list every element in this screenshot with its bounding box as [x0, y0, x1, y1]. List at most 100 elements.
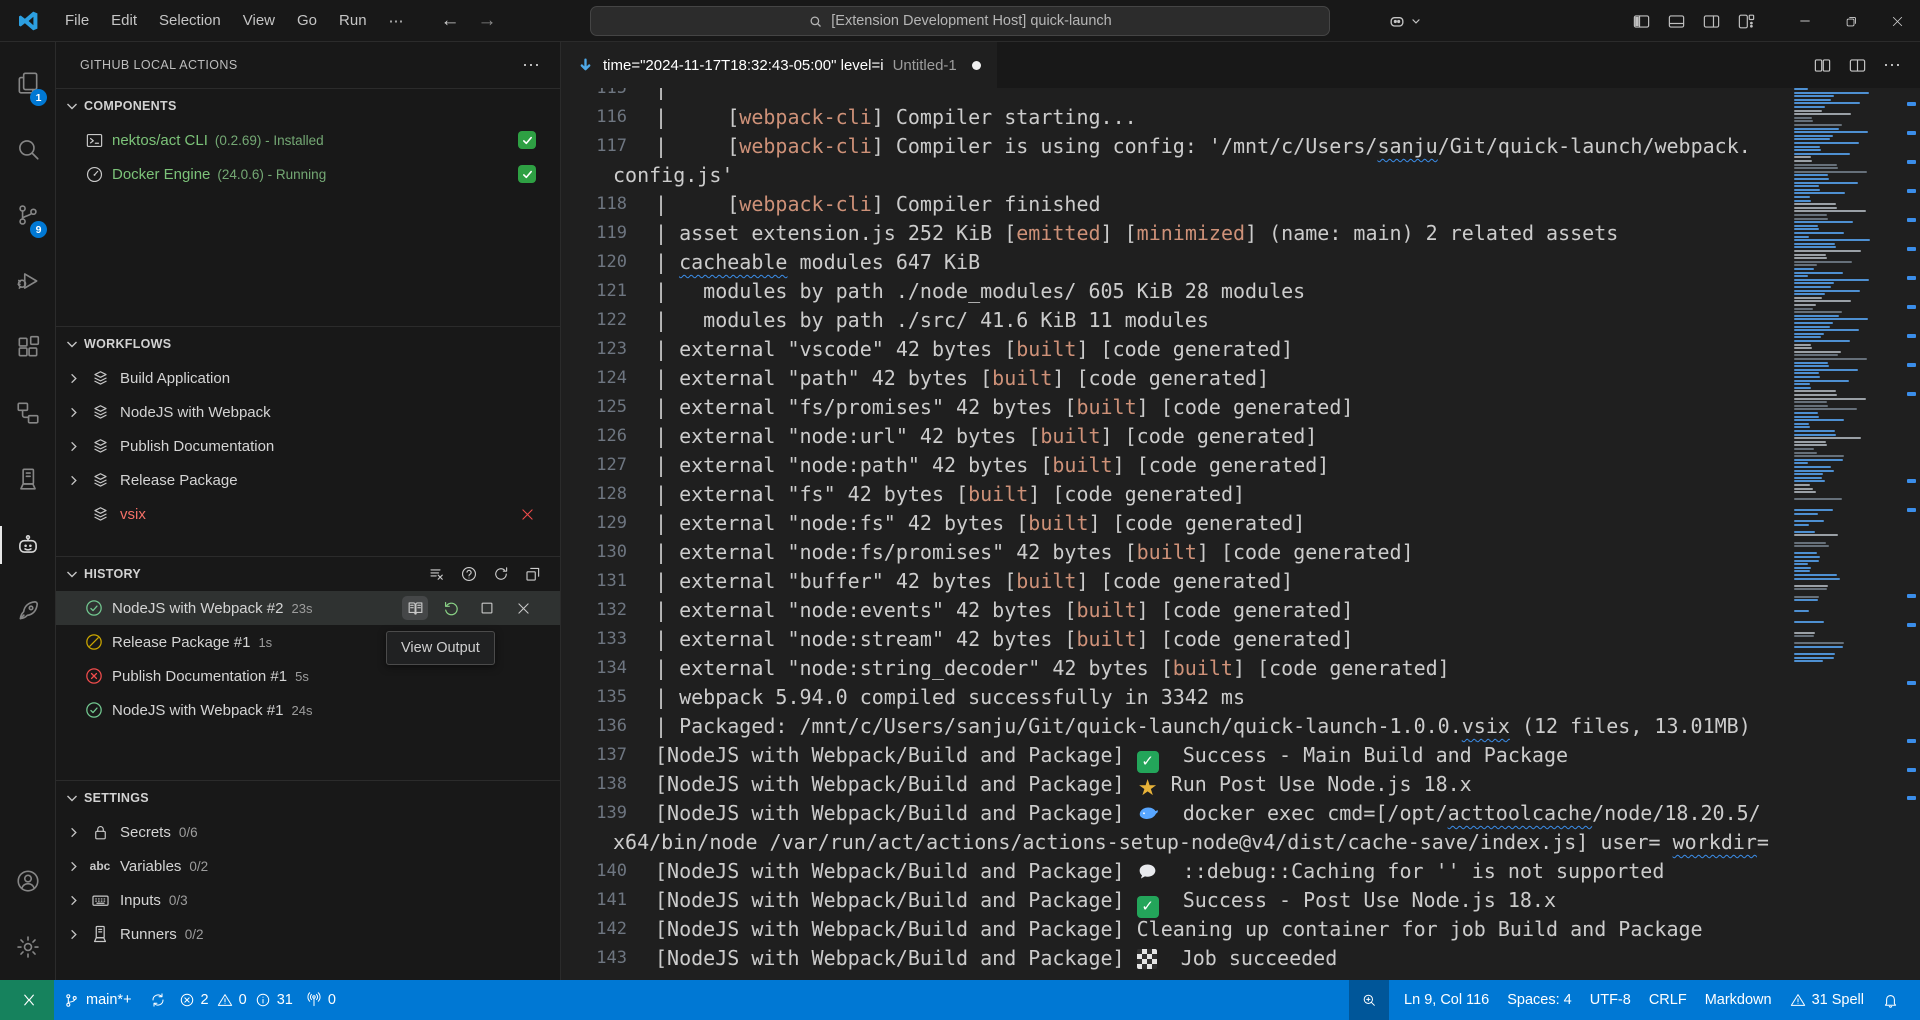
zoom-indicator[interactable] [1349, 980, 1389, 1020]
notifications-bell[interactable] [1873, 980, 1908, 1020]
menu-edit[interactable]: Edit [100, 7, 148, 35]
code-line[interactable]: 123| external "vscode" 42 bytes [built] … [561, 335, 1790, 364]
code-area[interactable]: 115|116| [webpack-cli] Compiler starting… [561, 88, 1790, 980]
remote-indicator[interactable] [0, 980, 54, 1020]
chevron-right-icon[interactable] [56, 405, 90, 420]
code-line[interactable]: 118| [webpack-cli] Compiler finished [561, 190, 1790, 219]
toggle-secondary-sidebar-icon[interactable] [1702, 12, 1721, 31]
code-line[interactable]: 129| external "node:fs" 42 bytes [built]… [561, 509, 1790, 538]
back-arrow-icon[interactable]: ← [441, 10, 460, 32]
minimize-button[interactable] [1782, 0, 1828, 42]
code-line[interactable]: 120| cacheable modules 647 KiB [561, 248, 1790, 277]
activity-run-debug[interactable] [0, 248, 55, 314]
code-line[interactable]: 140[NodeJS with Webpack/Build and Packag… [561, 857, 1790, 886]
components-header[interactable]: COMPONENTS [56, 89, 560, 123]
workflow-row-nodejs-with-webpack[interactable]: NodeJS with Webpack [56, 395, 560, 429]
editor-more-actions-icon[interactable]: ⋯ [1883, 55, 1902, 76]
workflow-row-release-package[interactable]: Release Package [56, 463, 560, 497]
code-line[interactable]: 133| external "node:stream" 42 bytes [bu… [561, 625, 1790, 654]
code-line[interactable]: 142[NodeJS with Webpack/Build and Packag… [561, 915, 1790, 944]
code-line[interactable]: 130| external "node:fs/promises" 42 byte… [561, 538, 1790, 567]
chevron-right-icon[interactable] [56, 859, 90, 874]
restore-button[interactable] [1828, 0, 1874, 42]
workflow-row-publish-documentation[interactable]: Publish Documentation [56, 429, 560, 463]
modified-dot-icon[interactable] [972, 61, 981, 70]
code-line[interactable]: 141[NodeJS with Webpack/Build and Packag… [561, 886, 1790, 915]
activity-extensions[interactable] [0, 314, 55, 380]
eol[interactable]: CRLF [1640, 980, 1696, 1020]
code-line[interactable]: 116| [webpack-cli] Compiler starting... [561, 103, 1790, 132]
forward-arrow-icon[interactable]: → [478, 10, 497, 32]
code-line[interactable]: 131| external "buffer" 42 bytes [built] … [561, 567, 1790, 596]
command-center[interactable]: [Extension Development Host] quick-launc… [590, 6, 1330, 36]
code-line[interactable]: 119| asset extension.js 252 KiB [emitted… [561, 219, 1790, 248]
activity-source-control[interactable]: 9 [0, 182, 55, 248]
workflow-row-vsix[interactable]: vsix [56, 497, 560, 531]
cursor-position[interactable]: Ln 9, Col 116 [1395, 980, 1498, 1020]
workflows-header[interactable]: WORKFLOWS [56, 327, 560, 361]
settings-row-secrets[interactable]: Secrets0/6 [56, 815, 560, 849]
refresh-icon[interactable] [492, 565, 510, 583]
clear-history-icon[interactable] [428, 565, 446, 583]
menu-selection[interactable]: Selection [148, 7, 232, 35]
menu-more[interactable]: ⋯ [378, 7, 415, 35]
tab-untitled-1[interactable]: time="2024-11-17T18:32:43-05:00" level=i… [561, 42, 997, 88]
copilot-menu[interactable] [1387, 11, 1422, 31]
component-row[interactable]: nektos/act CLI(0.2.69) - Installed [56, 123, 560, 157]
customize-layout-icon[interactable] [1737, 12, 1756, 31]
history-header[interactable]: HISTORY [56, 557, 560, 591]
chevron-right-icon[interactable] [56, 927, 90, 942]
view-output-button[interactable] [402, 596, 428, 620]
workflow-row-build-application[interactable]: Build Application [56, 361, 560, 395]
minimap[interactable] [1790, 88, 1886, 980]
errors-count[interactable]: 2 [175, 980, 213, 1020]
ports-count[interactable]: 0 [297, 980, 345, 1020]
activity-explorer[interactable]: 1 [0, 50, 55, 116]
code-line[interactable]: 125| external "fs/promises" 42 bytes [bu… [561, 393, 1790, 422]
code-line[interactable]: 143[NodeJS with Webpack/Build and Packag… [561, 944, 1790, 973]
language-mode[interactable]: Markdown [1696, 980, 1781, 1020]
chevron-right-icon[interactable] [56, 825, 90, 840]
code-line[interactable]: 136| Packaged: /mnt/c/Users/sanju/Git/qu… [561, 712, 1790, 741]
chevron-right-icon[interactable] [56, 893, 90, 908]
code-line[interactable]: 139[NodeJS with Webpack/Build and Packag… [561, 799, 1790, 828]
toggle-primary-sidebar-icon[interactable] [1632, 12, 1651, 31]
close-button[interactable] [1874, 0, 1920, 42]
dismiss-button[interactable] [510, 596, 536, 620]
settings-row-runners[interactable]: Runners0/2 [56, 917, 560, 951]
code-line[interactable]: x64/bin/node /var/run/act/actions/action… [561, 828, 1790, 857]
code-line[interactable]: 128| external "fs" 42 bytes [built] [cod… [561, 480, 1790, 509]
stop-button[interactable] [474, 596, 500, 620]
scrollbar-overview-ruler[interactable] [1886, 88, 1920, 980]
code-line[interactable]: 132| external "node:events" 42 bytes [bu… [561, 596, 1790, 625]
settings-row-inputs[interactable]: Inputs0/3 [56, 883, 560, 917]
chevron-right-icon[interactable] [56, 473, 90, 488]
history-row[interactable]: NodeJS with Webpack #223s [56, 591, 560, 625]
split-editor-icon[interactable] [1848, 56, 1867, 75]
collapse-icon[interactable] [524, 565, 542, 583]
code-line[interactable]: 115| [561, 88, 1790, 103]
activity-github-local-actions[interactable] [0, 512, 55, 578]
code-line[interactable]: 137[NodeJS with Webpack/Build and Packag… [561, 741, 1790, 770]
activity-accounts[interactable] [0, 848, 55, 914]
code-line[interactable]: 135| webpack 5.94.0 compiled successfull… [561, 683, 1790, 712]
code-line[interactable]: 117| [webpack-cli] Compiler is using con… [561, 132, 1790, 161]
warnings-count[interactable]: 0 [213, 980, 251, 1020]
settings-header[interactable]: SETTINGS [56, 781, 560, 815]
spell-checker[interactable]: 31 Spell [1781, 980, 1873, 1020]
branch-indicator[interactable]: main*+ [54, 980, 141, 1020]
sync-button[interactable] [141, 980, 175, 1020]
menu-go[interactable]: Go [286, 7, 328, 35]
code-line[interactable]: 134| external "node:string_decoder" 42 b… [561, 654, 1790, 683]
indentation[interactable]: Spaces: 4 [1498, 980, 1581, 1020]
activity-runners[interactable] [0, 446, 55, 512]
help-icon[interactable] [460, 565, 478, 583]
restart-button[interactable] [438, 596, 464, 620]
activity-search[interactable] [0, 116, 55, 182]
menu-run[interactable]: Run [328, 7, 378, 35]
code-line[interactable]: 126| external "node:url" 42 bytes [built… [561, 422, 1790, 451]
encoding[interactable]: UTF-8 [1581, 980, 1640, 1020]
activity-settings-gear[interactable] [0, 914, 55, 980]
history-row[interactable]: NodeJS with Webpack #124s [56, 693, 560, 727]
component-row[interactable]: Docker Engine(24.0.6) - Running [56, 157, 560, 191]
